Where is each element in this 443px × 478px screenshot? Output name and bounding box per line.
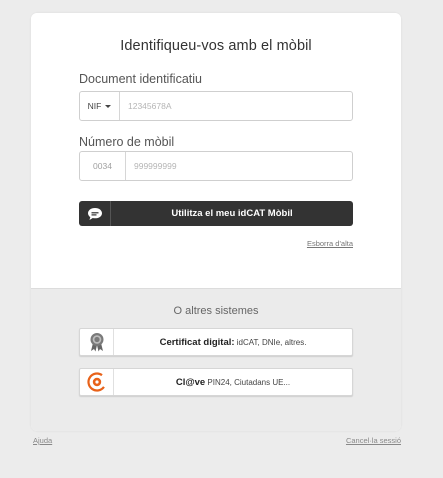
cancel-session-link[interactable]: Cancel·la sessió (346, 436, 401, 445)
document-input-group: NIF (79, 91, 353, 121)
digital-certificate-title: Certificat digital: (159, 336, 235, 348)
chat-bubble-icon (79, 201, 111, 226)
document-input[interactable] (120, 92, 352, 120)
document-type-value: NIF (87, 101, 102, 111)
digital-certificate-button[interactable]: Certificat digital: idCAT, DNIe, altres. (79, 328, 353, 356)
login-card: Identifiqueu-vos amb el mòbil Document i… (31, 13, 401, 431)
clave-logo-icon (80, 369, 114, 395)
chevron-down-icon (105, 104, 112, 108)
document-type-select[interactable]: NIF (80, 92, 120, 120)
mobile-input[interactable] (126, 152, 352, 180)
register-link[interactable]: Esborra d'alta (307, 239, 353, 248)
digital-certificate-detail: idCAT, DNIe, altres. (236, 337, 307, 347)
mobile-input-group: 0034 (79, 151, 353, 181)
help-link[interactable]: Ajuda (33, 436, 52, 445)
digital-certificate-label: Certificat digital: idCAT, DNIe, altres. (114, 337, 352, 348)
idcat-mobile-button-label: Utilitza el meu idCAT Mòbil (171, 208, 293, 219)
certificate-badge-icon (80, 329, 114, 355)
clave-detail: PIN24, Ciutadans UE... (207, 377, 291, 387)
other-systems-title: O altres sistemes (173, 305, 259, 317)
idcat-mobile-button[interactable]: Utilitza el meu idCAT Mòbil (79, 201, 353, 226)
clave-label: Cl@ve PIN24, Ciutadans UE... (114, 377, 352, 388)
document-label: Document identificatiu (79, 72, 202, 86)
clave-button[interactable]: Cl@ve PIN24, Ciutadans UE... (79, 368, 353, 396)
country-prefix: 0034 (80, 152, 126, 180)
mobile-label: Número de mòbil (79, 135, 175, 149)
page-title: Identifiqueu-vos amb el mòbil (120, 38, 312, 54)
clave-title: Cl@ve (175, 376, 206, 388)
